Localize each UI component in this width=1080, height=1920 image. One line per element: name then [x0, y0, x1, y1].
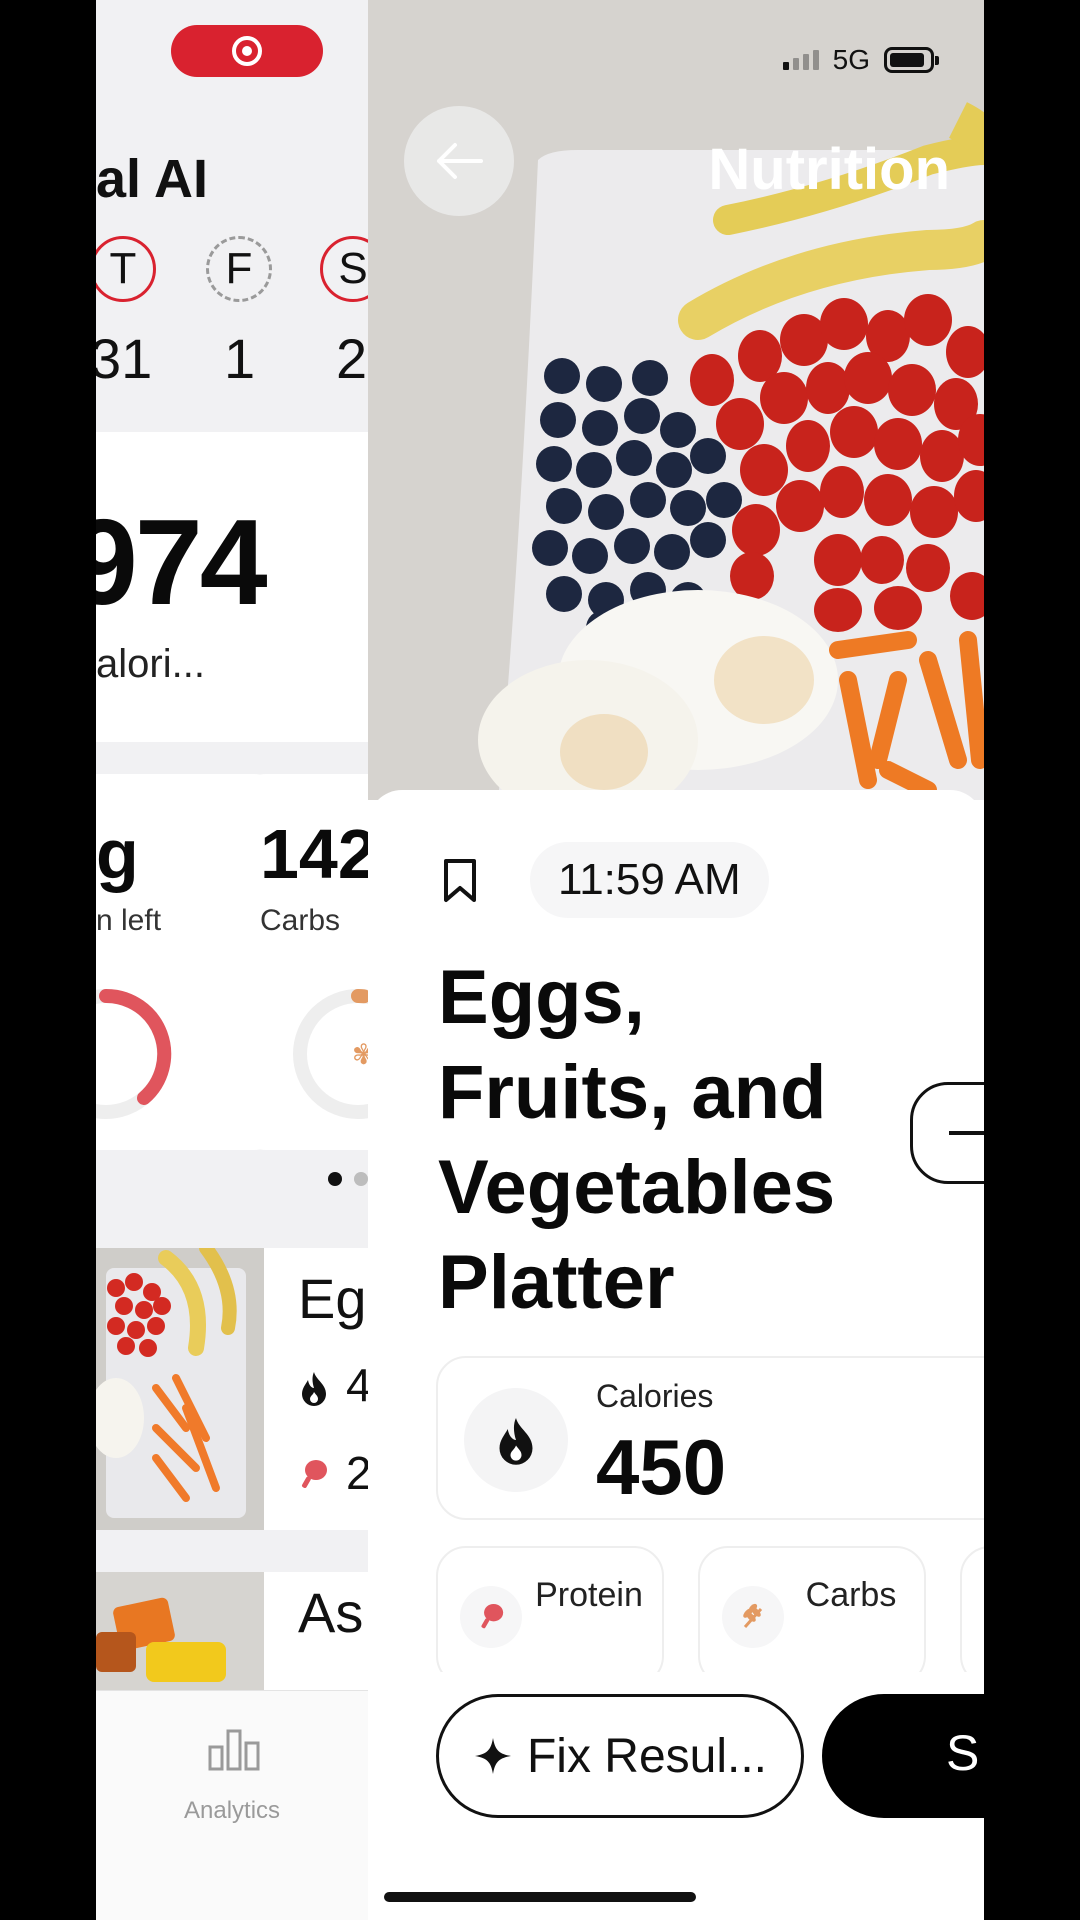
calories-summary-card[interactable]: 974 alori... [96, 432, 368, 742]
tab-analytics-label[interactable]: Analytics [184, 1797, 280, 1825]
bar-chart-icon[interactable] [208, 1729, 260, 1771]
food-protein: 2 [346, 1447, 368, 1499]
flame-icon [464, 1388, 568, 1492]
day-letter[interactable]: F [206, 236, 272, 302]
battery-icon [884, 47, 939, 73]
svg-text:✾: ✾ [352, 1038, 368, 1071]
page-indicator[interactable] [328, 1172, 368, 1186]
arrow-left-icon [437, 143, 483, 179]
food-list-item[interactable]: Eg 4 2 [96, 1248, 368, 1530]
carbs-progress-ring: ✾ [293, 989, 368, 1119]
fix-results-button[interactable]: Fix Resul... [436, 1694, 804, 1818]
day-number: 1 [224, 327, 256, 390]
protein-progress-ring [96, 988, 172, 1119]
save-button-label: S [946, 1725, 980, 1781]
drumstick-icon [298, 1458, 328, 1501]
day-letter[interactable]: T [96, 236, 156, 302]
carbs-card[interactable]: Carbs [698, 1546, 926, 1686]
protein-card[interactable]: Protein [436, 1546, 664, 1686]
back-button[interactable] [404, 106, 514, 216]
food-thumbnail [96, 1572, 264, 1690]
app-title: al AI [96, 149, 209, 209]
action-bar: Fix Resul... S [368, 1672, 984, 1920]
food-thumbnail [96, 1248, 264, 1530]
network-type: 5G [832, 44, 870, 75]
day-number: 31 [96, 327, 153, 390]
macro-value: 142 [260, 815, 368, 893]
cellular-signal-icon [782, 50, 819, 70]
serving-stepper[interactable] [910, 1082, 984, 1184]
page-dot [354, 1172, 368, 1186]
macro-value: g [96, 815, 139, 893]
meal-title: Eggs, Fruits, and Vegetables Platter [438, 955, 836, 1325]
food-name: As [298, 1581, 364, 1644]
food-list-item[interactable]: As [96, 1572, 368, 1690]
drumstick-icon [460, 1586, 522, 1648]
record-icon [232, 36, 262, 66]
calories-label: alori... [96, 642, 205, 686]
screen-recording-indicator[interactable] [171, 25, 323, 77]
nutrition-screen[interactable]: 5G Nutrition 11:59 AM Eggs, Fruits, and … [368, 0, 984, 1920]
calories-value: 974 [96, 494, 268, 630]
home-indicator[interactable] [384, 1892, 696, 1902]
macro-label: n left [96, 904, 162, 937]
tab-bar: Analytics [96, 1690, 368, 1920]
background-app-window[interactable]: al AI T 31 F 1 S 2 974 alori... g n left… [96, 0, 368, 1920]
calories-card[interactable]: Calories 450 [436, 1356, 984, 1520]
page-title: Nutrition [708, 137, 950, 202]
food-calories: 4 [346, 1359, 368, 1411]
fix-results-label: Fix Resul... [526, 1729, 768, 1783]
macro-card-carbs[interactable]: 142 Carbs ✾ [238, 774, 368, 1150]
flame-icon [298, 1370, 330, 1415]
meal-time: 11:59 AM [530, 842, 769, 918]
calories-label: Calories [596, 1378, 714, 1414]
macro-label: Carbs [260, 904, 341, 937]
protein-label: Protein [535, 1576, 643, 1614]
carbs-label: Carbs [805, 1576, 897, 1614]
sparkle-icon [474, 1738, 511, 1774]
wheat-icon [722, 1586, 784, 1648]
page-dot-active [328, 1172, 342, 1186]
day-letter[interactable]: S [320, 236, 368, 302]
bookmark-icon[interactable] [440, 858, 480, 904]
day-number: 2 [336, 327, 368, 390]
calories-value: 450 [596, 1423, 727, 1511]
status-bar: 5G [782, 44, 939, 76]
food-name: Eg [298, 1267, 367, 1330]
fats-card[interactable] [960, 1546, 984, 1686]
